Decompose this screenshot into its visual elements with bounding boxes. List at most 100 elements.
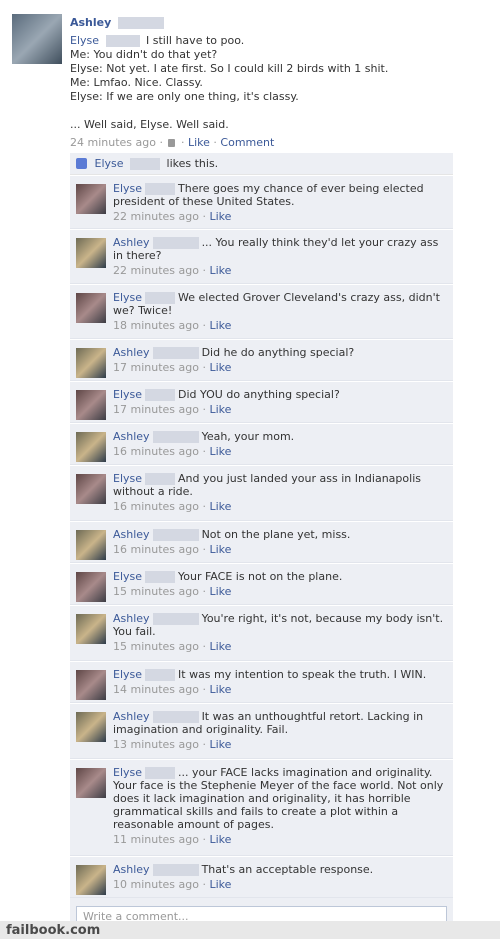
commenter-avatar[interactable]	[76, 390, 106, 420]
commenter-avatar[interactable]	[76, 768, 106, 798]
comment-timestamp[interactable]: 17 minutes ago	[113, 361, 199, 374]
separator-dot: ·	[198, 683, 210, 696]
separator-dot: ·	[198, 500, 210, 513]
redacted-surname	[145, 292, 176, 304]
post-author-name[interactable]: Ashley	[70, 16, 111, 29]
comment-text: Did YOU do anything special?	[178, 388, 340, 401]
redacted-surname	[145, 183, 176, 195]
comment-author[interactable]: Ashley	[113, 236, 150, 249]
comment-meta: 15 minutes ago · Like	[113, 640, 446, 653]
post-body: Ashley Elyse I still have to poo. Me: Yo…	[70, 16, 480, 150]
comment-like-link[interactable]: Like	[209, 738, 231, 751]
comment-timestamp[interactable]: 15 minutes ago	[113, 640, 199, 653]
comment-like-link[interactable]: Like	[209, 361, 231, 374]
comment-timestamp[interactable]: 18 minutes ago	[113, 319, 199, 332]
comment-timestamp[interactable]: 14 minutes ago	[113, 683, 199, 696]
comment-timestamp[interactable]: 16 minutes ago	[113, 445, 199, 458]
post-line-speaker[interactable]: Elyse	[70, 34, 99, 47]
comment-text-line: Ashley Not on the plane yet, miss.	[113, 528, 446, 541]
separator-dot: ·	[198, 543, 210, 556]
redacted-surname	[152, 529, 199, 541]
commenter-avatar[interactable]	[76, 238, 106, 268]
comment-meta: 16 minutes ago · Like	[113, 543, 446, 556]
lock-icon	[168, 139, 176, 147]
comment-author[interactable]: Ashley	[113, 346, 150, 359]
comment-row: Elyse And you just landed your ass in Ind…	[70, 465, 453, 521]
comment-body: Elyse There goes my chance of ever being …	[113, 182, 446, 223]
comment-like-link[interactable]: Like	[209, 319, 231, 332]
comment-timestamp[interactable]: 10 minutes ago	[113, 878, 199, 891]
redacted-surname	[152, 613, 199, 625]
comment-author[interactable]: Elyse	[113, 570, 142, 583]
comment-author[interactable]: Elyse	[113, 182, 142, 195]
comment-author[interactable]: Ashley	[113, 528, 150, 541]
comment-row: Elyse... your FACE lacks imagination and…	[70, 759, 453, 856]
commenter-avatar[interactable]	[76, 348, 106, 378]
likes-name[interactable]: Elyse	[95, 157, 124, 170]
post-timestamp[interactable]: 24 minutes ago	[70, 136, 156, 149]
commenter-avatar[interactable]	[76, 293, 106, 323]
redacted-surname	[145, 389, 176, 401]
commenter-avatar[interactable]	[76, 432, 106, 462]
comment-timestamp[interactable]: 11 minutes ago	[113, 833, 199, 846]
redacted-surname	[105, 35, 140, 47]
commenter-avatar[interactable]	[76, 530, 106, 560]
commenter-avatar[interactable]	[76, 184, 106, 214]
separator-dot: ·	[198, 445, 210, 458]
comment-author[interactable]: Ashley	[113, 710, 150, 723]
comment-like-link[interactable]: Like	[209, 878, 231, 891]
comment-author[interactable]: Elyse	[113, 668, 142, 681]
comment-timestamp[interactable]: 13 minutes ago	[113, 738, 199, 751]
commenter-avatar[interactable]	[76, 474, 106, 504]
comment-author[interactable]: Elyse	[113, 388, 142, 401]
comment-like-link[interactable]: Like	[209, 833, 231, 846]
redacted-surname	[130, 158, 161, 170]
post-like-link[interactable]: Like	[188, 136, 210, 149]
comment-text-line: Elyse We elected Grover Cleveland's crazy…	[113, 291, 446, 317]
comment-author[interactable]: Elyse	[113, 291, 142, 304]
comment-text: Not on the plane yet, miss.	[201, 528, 351, 541]
comment-row: Ashley It was an unthoughtful retort. Lac…	[70, 703, 453, 759]
comment-like-link[interactable]: Like	[209, 264, 231, 277]
comment-like-link[interactable]: Like	[209, 543, 231, 556]
separator-dot: ·	[198, 210, 210, 223]
comment-timestamp[interactable]: 16 minutes ago	[113, 543, 199, 556]
post-line	[70, 104, 480, 118]
redacted-surname	[145, 571, 176, 583]
separator-dot: ·	[198, 264, 210, 277]
comment-like-link[interactable]: Like	[209, 445, 231, 458]
commenter-avatar[interactable]	[76, 670, 106, 700]
comment-body: Elyse It was my intention to speak the tr…	[113, 668, 446, 696]
commenter-avatar[interactable]	[76, 712, 106, 742]
commenter-avatar[interactable]	[76, 572, 106, 602]
commenter-avatar[interactable]	[76, 614, 106, 644]
comment-timestamp[interactable]: 15 minutes ago	[113, 585, 199, 598]
comment-timestamp[interactable]: 16 minutes ago	[113, 500, 199, 513]
comment-author[interactable]: Ashley	[113, 612, 150, 625]
redacted-surname	[152, 711, 199, 723]
separator-dot: ·	[198, 319, 210, 332]
comment-timestamp[interactable]: 17 minutes ago	[113, 403, 199, 416]
post-author-avatar[interactable]	[12, 14, 62, 64]
comment-author[interactable]: Elyse	[113, 766, 142, 779]
comment-like-link[interactable]: Like	[209, 585, 231, 598]
comment-timestamp[interactable]: 22 minutes ago	[113, 264, 199, 277]
comment-like-link[interactable]: Like	[209, 640, 231, 653]
comment-like-link[interactable]: Like	[209, 210, 231, 223]
separator-dot: ·	[198, 738, 210, 751]
comment-like-link[interactable]: Like	[209, 403, 231, 416]
post-line-text: I still have to poo.	[146, 34, 245, 47]
comment-like-link[interactable]: Like	[209, 683, 231, 696]
comment-text-line: Ashley Did he do anything special?	[113, 346, 446, 359]
comment-like-link[interactable]: Like	[209, 500, 231, 513]
post-comment-link[interactable]: Comment	[220, 136, 274, 149]
comment-timestamp[interactable]: 22 minutes ago	[113, 210, 199, 223]
comment-row: Ashley... You really think they'd let yo…	[70, 229, 453, 284]
comment-body: Ashley Did he do anything special? 17 minu…	[113, 346, 446, 374]
comment-text: Did he do anything special?	[201, 346, 355, 359]
comment-author[interactable]: Elyse	[113, 472, 142, 485]
comment-meta: 22 minutes ago · Like	[113, 264, 446, 277]
commenter-avatar[interactable]	[76, 865, 106, 895]
comment-author[interactable]: Ashley	[113, 430, 150, 443]
comment-author[interactable]: Ashley	[113, 863, 150, 876]
